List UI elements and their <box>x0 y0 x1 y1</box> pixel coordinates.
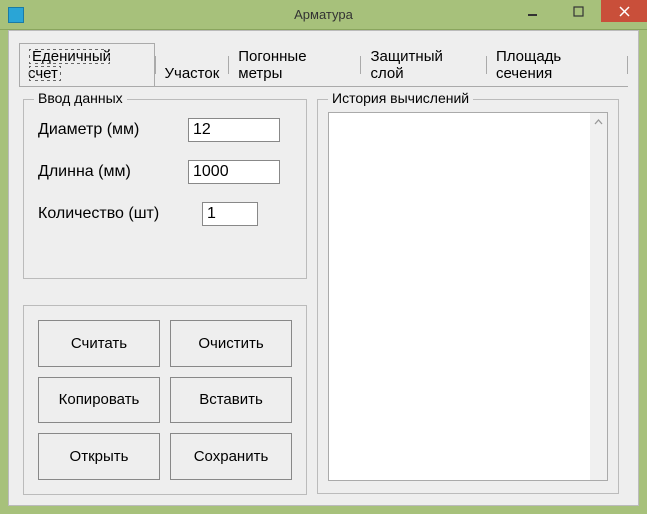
input-count[interactable] <box>202 202 258 226</box>
close-button[interactable] <box>601 0 647 22</box>
window-controls <box>509 0 647 22</box>
label-length: Длинна (мм) <box>38 163 188 181</box>
scroll-up-icon[interactable] <box>590 113 607 130</box>
app-window: Арматура Еденичный счет Участок Погонные… <box>0 0 647 514</box>
tab-protective-layer[interactable]: Защитный слой <box>361 43 486 86</box>
client-area: Еденичный счет Участок Погонные метры За… <box>8 30 639 506</box>
group-history: История вычислений <box>317 99 619 494</box>
tab-single-calc[interactable]: Еденичный счет <box>19 43 155 87</box>
field-row-diameter: Диаметр (мм) <box>38 118 292 142</box>
maximize-icon <box>573 6 584 17</box>
tabstrip: Еденичный счет Участок Погонные метры За… <box>9 31 638 86</box>
input-diameter[interactable] <box>188 118 280 142</box>
tab-linear-meters[interactable]: Погонные метры <box>229 43 360 86</box>
paste-button[interactable]: Вставить <box>170 377 292 424</box>
app-icon <box>8 7 24 23</box>
group-input: Ввод данных Диаметр (мм) Длинна (мм) Кол… <box>23 99 307 279</box>
tab-cross-section-area[interactable]: Площадь сечения <box>487 43 627 86</box>
tab-separator <box>627 56 628 74</box>
label-count: Количество (шт) <box>38 205 188 223</box>
clear-button[interactable]: Очистить <box>170 320 292 367</box>
tab-section[interactable]: Участок <box>155 60 228 86</box>
input-length[interactable] <box>188 160 280 184</box>
field-row-count: Количество (шт) <box>38 202 292 226</box>
titlebar: Арматура <box>0 0 647 30</box>
tab-panel: Ввод данных Диаметр (мм) Длинна (мм) Кол… <box>19 86 628 512</box>
field-row-length: Длинна (мм) <box>38 160 292 184</box>
group-history-legend: История вычислений <box>328 90 473 106</box>
copy-button[interactable]: Копировать <box>38 377 160 424</box>
close-icon <box>619 6 630 17</box>
action-button-grid: Считать Очистить Копировать Вставить Отк… <box>38 320 292 480</box>
maximize-button[interactable] <box>555 0 601 22</box>
label-diameter: Диаметр (мм) <box>38 121 188 139</box>
history-textarea[interactable] <box>328 112 608 481</box>
save-button[interactable]: Сохранить <box>170 433 292 480</box>
group-input-legend: Ввод данных <box>34 90 127 106</box>
scrollbar-vertical[interactable] <box>590 113 607 480</box>
open-button[interactable]: Открыть <box>38 433 160 480</box>
group-actions: Считать Очистить Копировать Вставить Отк… <box>23 305 307 495</box>
calculate-button[interactable]: Считать <box>38 320 160 367</box>
minimize-button[interactable] <box>509 0 555 22</box>
minimize-icon <box>527 6 538 17</box>
